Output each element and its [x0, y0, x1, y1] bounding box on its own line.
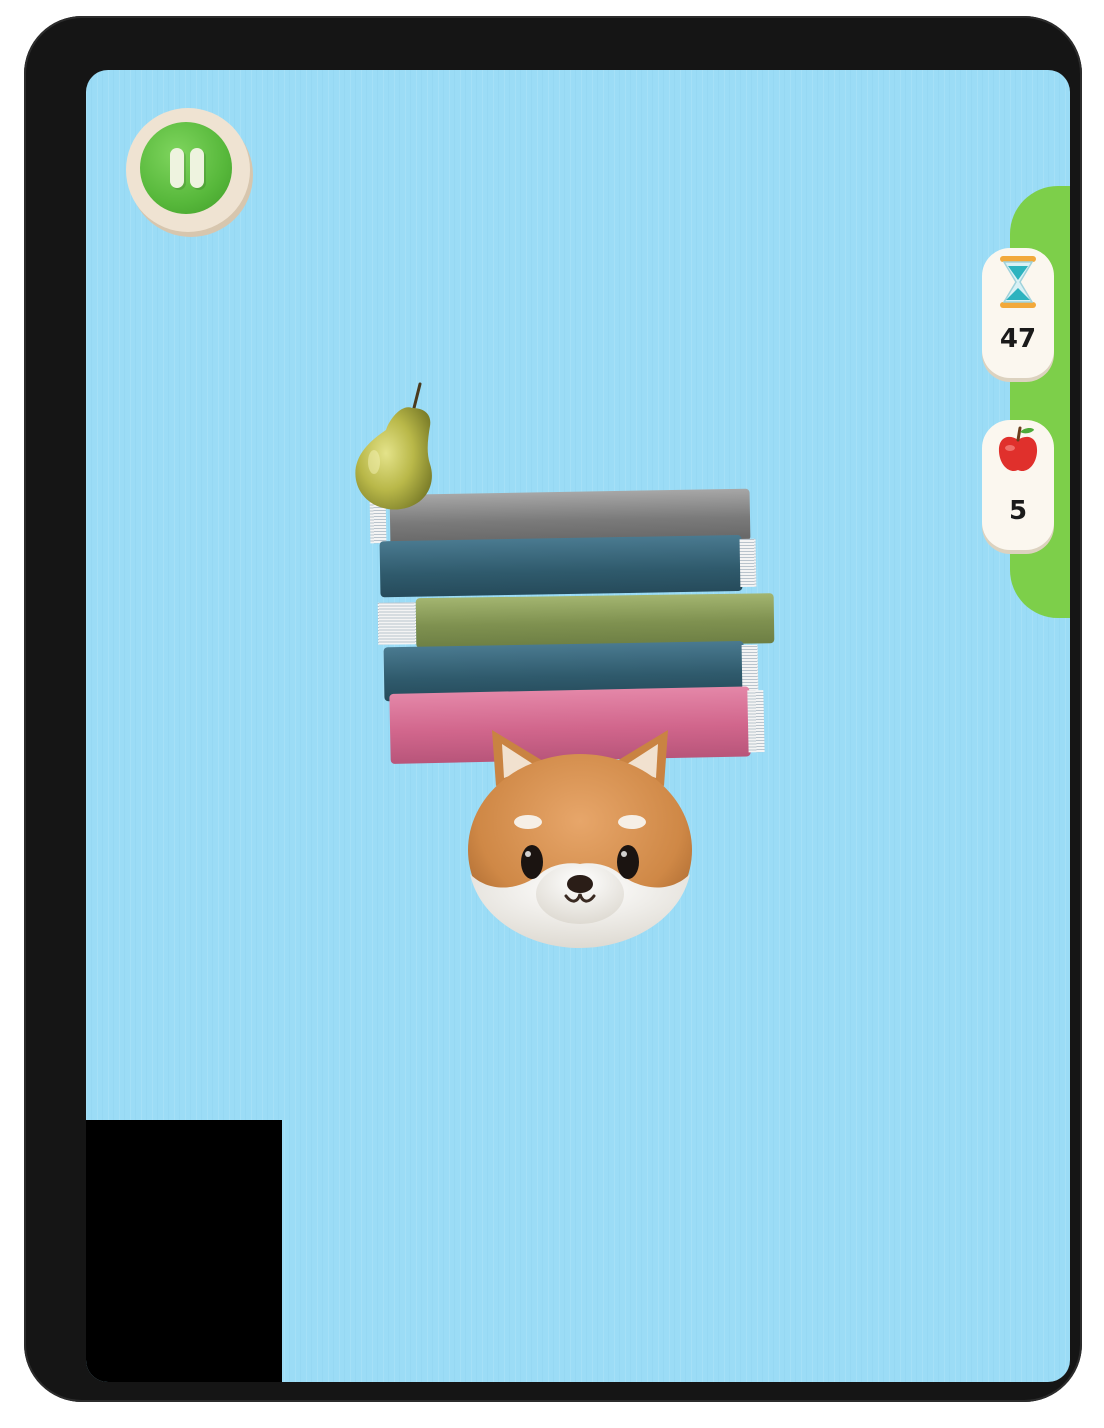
pause-icon [140, 122, 232, 214]
game-screen[interactable]: 47 5 [86, 70, 1070, 1382]
fruit-count-value: 5 [1008, 496, 1028, 526]
book-teal-1 [379, 534, 757, 598]
tablet-frame: 47 5 [24, 16, 1082, 1402]
hourglass-icon [1000, 256, 1036, 308]
timer-value: 47 [999, 324, 1037, 354]
pear-icon [355, 382, 432, 510]
camera-overlay [86, 1120, 282, 1382]
apple-icon [998, 426, 1038, 472]
fruit-count-card: 5 [982, 420, 1054, 550]
timer-card: 47 [982, 248, 1054, 378]
shiba-dog-character [468, 730, 692, 948]
book-olive [377, 593, 775, 649]
pause-button[interactable] [126, 108, 250, 232]
